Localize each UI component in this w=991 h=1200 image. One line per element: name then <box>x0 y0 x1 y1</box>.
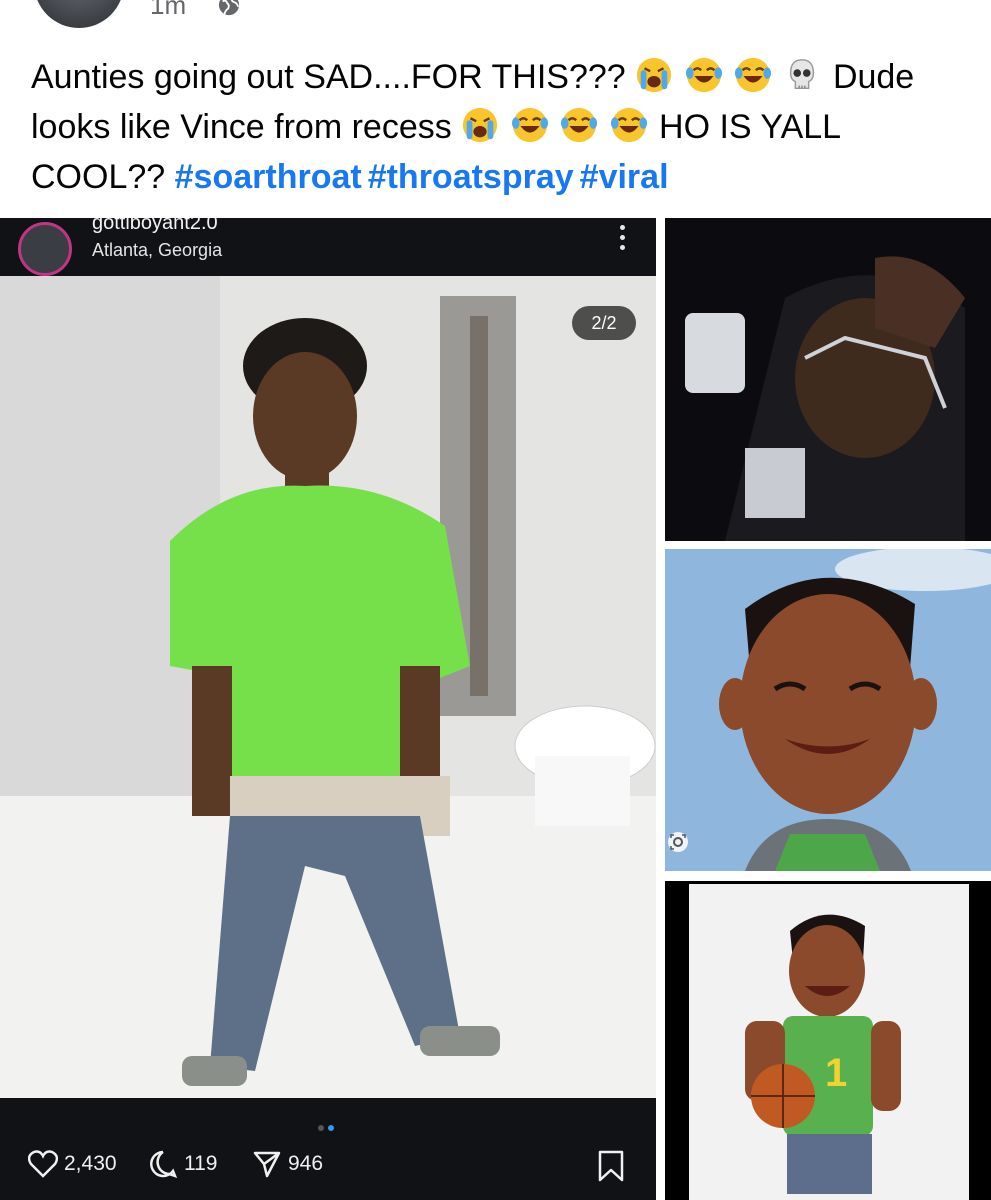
face-with-tears-of-joy-icon <box>610 107 647 143</box>
send-icon <box>253 1152 281 1178</box>
bookmark-icon[interactable] <box>596 1150 626 1182</box>
hashtag-throatspray[interactable]: #throatspray <box>368 158 574 196</box>
skull-icon <box>790 59 815 90</box>
cartoon-vince-full[interactable]: 1 <box>665 881 991 1200</box>
ig-username[interactable]: gottiboyant2.0 <box>92 218 218 235</box>
carousel-counter: 2/2 <box>572 306 636 340</box>
ig-avatar[interactable] <box>18 222 72 276</box>
heart-icon <box>27 1150 59 1179</box>
post-text-line-1: Aunties going out SAD....FOR THIS??? <box>31 58 626 96</box>
post-header: 1m <box>0 0 991 30</box>
svg-text:1: 1 <box>825 1051 847 1095</box>
bathroom-photo[interactable] <box>0 276 656 1098</box>
comment-count: 119 <box>184 1152 218 1175</box>
comment-icon <box>150 1151 178 1179</box>
share-button[interactable]: 946 <box>252 1148 323 1180</box>
loudly-crying-face-icon <box>463 107 498 143</box>
ig-post-actions: 2,430 119 946 <box>0 1098 656 1200</box>
like-button[interactable]: 2,430 <box>27 1148 117 1180</box>
post-timestamp[interactable]: 1m <box>150 0 186 21</box>
face-with-tears-of-joy-icon <box>685 57 722 93</box>
like-count: 2,430 <box>64 1152 117 1175</box>
ig-post-header: gottiboyant2.0 Atlanta, Georgia <box>0 218 656 276</box>
comment-button[interactable]: 119 <box>148 1148 217 1180</box>
post-message: Aunties going out SAD....FOR THIS??? Dud… <box>31 52 971 202</box>
face-with-tears-of-joy-icon <box>734 57 772 93</box>
celebrity-photo[interactable] <box>665 218 991 541</box>
author-avatar[interactable] <box>34 0 124 28</box>
hashtag-soarthroat[interactable]: #soarthroat <box>175 158 362 196</box>
embedded-instagram-post[interactable]: gottiboyant2.0 Atlanta, Georgia 2/2 2,43… <box>0 218 656 1200</box>
face-with-tears-of-joy-icon <box>511 107 548 143</box>
more-vertical-icon[interactable] <box>612 220 632 260</box>
cartoon-vince-closeup[interactable] <box>665 549 991 871</box>
share-count: 946 <box>288 1152 324 1175</box>
globe-icon <box>218 0 240 16</box>
carousel-indicator <box>316 1118 336 1136</box>
hashtag-viral[interactable]: #viral <box>580 158 669 196</box>
visual-search-icon[interactable] <box>667 831 689 853</box>
loudly-crying-face-icon <box>637 57 672 93</box>
ig-location[interactable]: Atlanta, Georgia <box>92 240 222 261</box>
face-with-tears-of-joy-icon <box>561 107 598 143</box>
